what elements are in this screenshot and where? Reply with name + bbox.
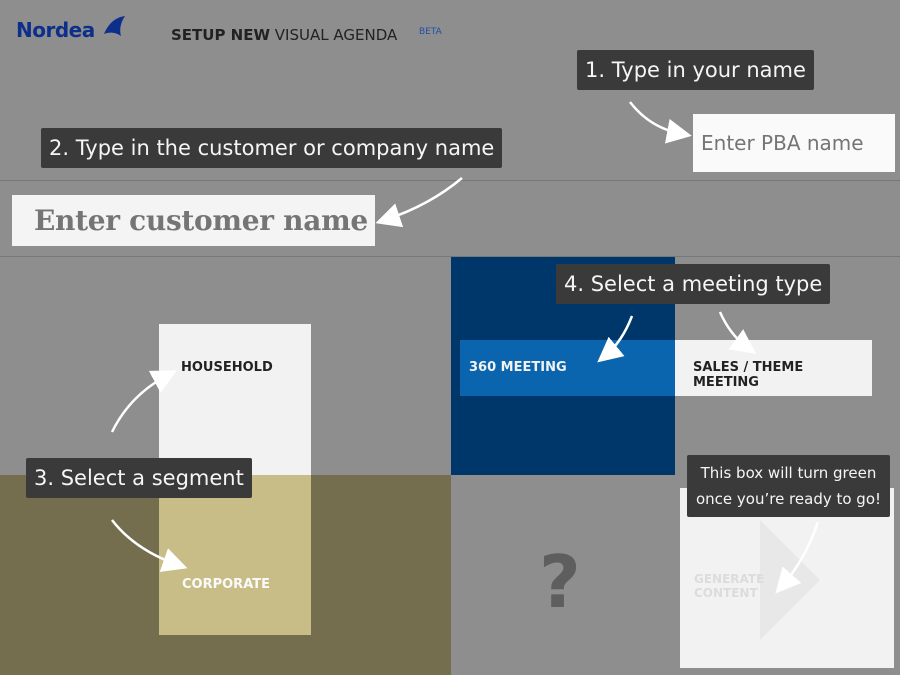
generate-tip-line2: once you’re ready to go! xyxy=(695,490,882,508)
generate-content-label: GENERATE CONTENT xyxy=(694,572,764,600)
page-title-bold: SETUP NEW xyxy=(171,26,271,44)
page-title: SETUP NEW VISUAL AGENDA xyxy=(171,26,397,44)
divider xyxy=(0,180,900,181)
pba-name-input[interactable] xyxy=(693,114,895,172)
generate-label-line2: CONTENT xyxy=(694,586,758,600)
question-mark-icon: ? xyxy=(539,540,581,624)
step3-callout: 3. Select a segment xyxy=(26,458,252,498)
page-title-rest: VISUAL AGENDA xyxy=(270,26,398,44)
step1-callout: 1. Type in your name xyxy=(577,50,814,90)
divider xyxy=(0,256,900,257)
sales-theme-meeting-button[interactable]: SALES / THEME MEETING xyxy=(675,340,872,396)
step2-callout: 2. Type in the customer or company name xyxy=(41,128,503,168)
generate-tooltip: This box will turn green once you’re rea… xyxy=(687,455,890,517)
generate-label-line1: GENERATE xyxy=(694,572,765,586)
360-meeting-label: 360 MEETING xyxy=(469,360,567,375)
play-arrow-icon xyxy=(760,520,820,640)
nordea-logo: Nordea xyxy=(16,18,95,42)
customer-name-input[interactable] xyxy=(12,195,375,246)
household-label: HOUSEHOLD xyxy=(181,360,273,375)
corporate-label: CORPORATE xyxy=(182,577,270,592)
corporate-segment-button[interactable]: CORPORATE xyxy=(159,475,311,635)
arrow-to-customer-icon xyxy=(375,177,463,228)
sail-logo-icon xyxy=(104,16,125,36)
arrow-to-pba-icon xyxy=(629,101,692,144)
household-segment-button[interactable]: HOUSEHOLD xyxy=(159,324,311,475)
step4-callout: 4. Select a meeting type xyxy=(556,264,831,304)
sales-theme-meeting-label: SALES / THEME MEETING xyxy=(693,360,804,390)
beta-badge: BETA xyxy=(419,27,442,37)
generate-tip-line1: This box will turn green xyxy=(700,464,877,482)
360-meeting-button[interactable]: 360 MEETING xyxy=(460,340,675,396)
